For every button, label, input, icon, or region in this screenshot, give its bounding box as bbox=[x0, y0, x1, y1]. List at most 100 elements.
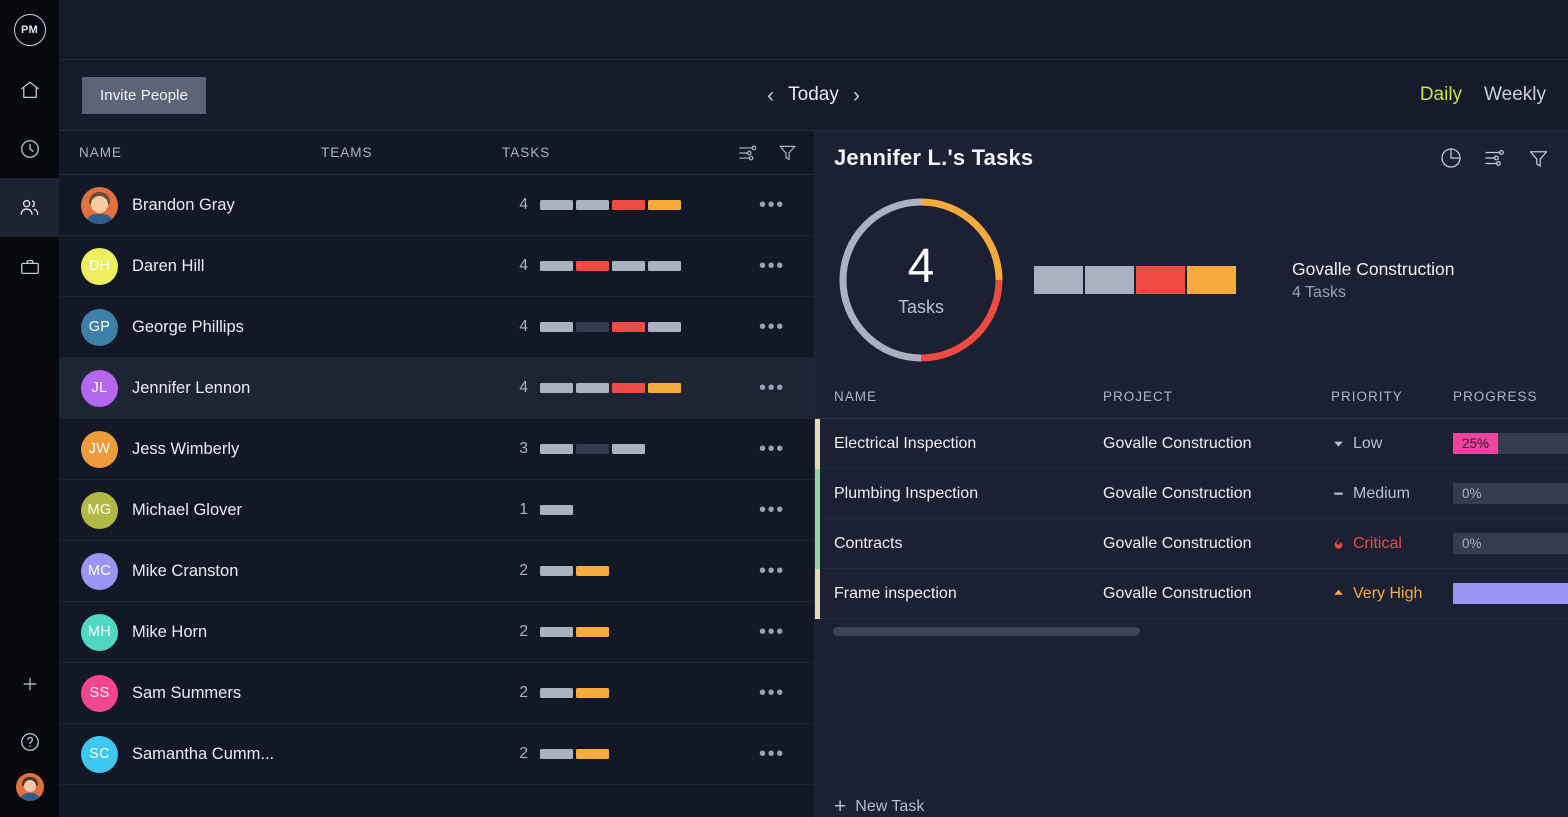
person-row[interactable]: JWJess Wimberly3••• bbox=[59, 419, 814, 480]
flame-icon bbox=[1331, 536, 1346, 552]
person-task-count: 4 bbox=[502, 318, 528, 336]
person-task-bars bbox=[540, 261, 681, 271]
table-row[interactable]: Plumbing InspectionGovalle ConstructionM… bbox=[815, 469, 1568, 519]
avatar-body bbox=[20, 793, 40, 801]
task-detail-panel: Jennifer L.'s Tasks bbox=[815, 131, 1568, 817]
task-priority[interactable]: Low bbox=[1331, 435, 1382, 453]
task-row-list: Electrical InspectionGovalle Constructio… bbox=[815, 419, 1568, 619]
invite-people-button[interactable]: Invite People bbox=[82, 77, 206, 114]
account-avatar[interactable] bbox=[16, 773, 44, 801]
row-menu-button[interactable]: ••• bbox=[759, 750, 785, 758]
summary-bar-segment bbox=[1135, 265, 1186, 295]
person-row[interactable]: DHDaren Hill4••• bbox=[59, 236, 814, 297]
table-row[interactable]: ContractsGovalle ConstructionCritical0% bbox=[815, 519, 1568, 569]
sidebar: PM bbox=[0, 0, 59, 817]
people-panel: NAME TEAMS TASKS bbox=[59, 131, 815, 817]
task-bar-segment bbox=[612, 322, 645, 332]
filter-icon[interactable] bbox=[1527, 147, 1550, 170]
task-name: Electrical Inspection bbox=[834, 435, 976, 453]
sidebar-bottom bbox=[0, 657, 59, 817]
sidebar-item-projects[interactable] bbox=[0, 237, 59, 296]
task-table-header: NAME PROJECT PRIORITY PROGRESS bbox=[815, 375, 1568, 419]
plus-icon: + bbox=[834, 796, 846, 817]
task-priority[interactable]: Medium bbox=[1331, 485, 1410, 503]
person-task-bars bbox=[540, 322, 681, 332]
tasks-donut-chart: 4 Tasks bbox=[834, 193, 1008, 367]
pie-chart-icon[interactable] bbox=[1439, 146, 1463, 170]
row-menu-button[interactable]: ••• bbox=[759, 445, 785, 453]
row-menu-button[interactable]: ••• bbox=[759, 323, 785, 331]
tab-daily[interactable]: Daily bbox=[1420, 84, 1462, 106]
task-bar-segment bbox=[576, 261, 609, 271]
task-priority[interactable]: Critical bbox=[1331, 535, 1402, 553]
people-icon bbox=[18, 196, 41, 219]
person-row[interactable]: JLJennifer Lennon4••• bbox=[59, 358, 814, 419]
prev-day-button[interactable]: ‹ bbox=[767, 85, 774, 106]
filter-icon[interactable] bbox=[777, 142, 798, 163]
person-row[interactable]: GP George Phillips 4 ••• bbox=[59, 297, 814, 358]
new-task-button[interactable]: + New Task bbox=[834, 796, 924, 817]
current-date-label[interactable]: Today bbox=[788, 84, 839, 106]
avatar: GP bbox=[81, 309, 118, 346]
sidebar-item-home[interactable] bbox=[0, 60, 59, 119]
row-menu-button[interactable]: ••• bbox=[759, 262, 785, 270]
person-name: George Phillips bbox=[132, 318, 244, 337]
task-bar-segment bbox=[576, 627, 609, 637]
person-row[interactable]: SCSamantha Cumm...2••• bbox=[59, 724, 814, 785]
task-bar-segment bbox=[576, 566, 609, 576]
avatar: MH bbox=[81, 614, 118, 651]
person-task-count: 4 bbox=[502, 196, 528, 214]
task-bar-segment bbox=[540, 383, 573, 393]
sidebar-item-people[interactable] bbox=[0, 178, 59, 237]
arrow-up-icon bbox=[1331, 586, 1346, 601]
row-menu-button[interactable]: ••• bbox=[759, 628, 785, 636]
task-priority[interactable]: Very High bbox=[1331, 585, 1422, 603]
task-progress[interactable]: 0% bbox=[1453, 483, 1568, 504]
row-menu-button[interactable]: ••• bbox=[759, 201, 785, 209]
person-task-bars bbox=[540, 627, 609, 637]
person-row[interactable]: SSSam Summers2••• bbox=[59, 663, 814, 724]
task-progress[interactable] bbox=[1453, 583, 1568, 604]
task-bar-segment bbox=[612, 200, 645, 210]
summary-bar-segment bbox=[1186, 265, 1237, 295]
row-menu-button[interactable]: ••• bbox=[759, 689, 785, 697]
help-button[interactable] bbox=[0, 715, 59, 773]
row-menu-button[interactable]: ••• bbox=[759, 384, 785, 392]
row-menu-button[interactable]: ••• bbox=[759, 567, 785, 575]
task-progress[interactable]: 0% bbox=[1453, 533, 1568, 554]
add-button[interactable] bbox=[0, 657, 59, 715]
task-progress[interactable]: 25% bbox=[1453, 433, 1568, 454]
table-row[interactable]: Frame inspectionGovalle ConstructionVery… bbox=[815, 569, 1568, 619]
person-task-count: 3 bbox=[502, 440, 528, 458]
table-row[interactable]: Electrical InspectionGovalle Constructio… bbox=[815, 419, 1568, 469]
horizontal-scrollbar[interactable] bbox=[833, 627, 1140, 636]
row-menu-button[interactable]: ••• bbox=[759, 506, 785, 514]
avatar-initials: JW bbox=[89, 441, 111, 457]
task-bar-segment bbox=[576, 688, 609, 698]
task-bar-segment bbox=[576, 444, 609, 454]
avatar: DH bbox=[81, 248, 118, 285]
avatar-initials: GP bbox=[89, 319, 111, 335]
row-accent-bar bbox=[815, 419, 820, 469]
sliders-icon[interactable] bbox=[1483, 146, 1507, 170]
person-task-bars bbox=[540, 749, 609, 759]
person-row[interactable]: Brandon Gray4••• bbox=[59, 175, 814, 236]
avatar: SS bbox=[81, 675, 118, 712]
task-name: Plumbing Inspection bbox=[834, 485, 978, 503]
tab-weekly[interactable]: Weekly bbox=[1484, 84, 1546, 106]
home-icon bbox=[19, 79, 41, 101]
new-task-label: New Task bbox=[855, 798, 924, 816]
person-row[interactable]: MCMike Cranston2••• bbox=[59, 541, 814, 602]
person-name: Mike Horn bbox=[132, 623, 207, 642]
person-task-count: 4 bbox=[502, 379, 528, 397]
task-bar-segment bbox=[576, 322, 609, 332]
task-bar-segment bbox=[540, 688, 573, 698]
person-row[interactable]: MGMichael Glover1••• bbox=[59, 480, 814, 541]
person-row[interactable]: MHMike Horn2••• bbox=[59, 602, 814, 663]
window-titlebar bbox=[59, 0, 1568, 60]
sliders-icon[interactable] bbox=[737, 142, 759, 164]
next-day-button[interactable]: › bbox=[853, 85, 860, 106]
app-logo[interactable]: PM bbox=[0, 0, 59, 60]
task-name: Frame inspection bbox=[834, 585, 957, 603]
sidebar-item-time[interactable] bbox=[0, 119, 59, 178]
